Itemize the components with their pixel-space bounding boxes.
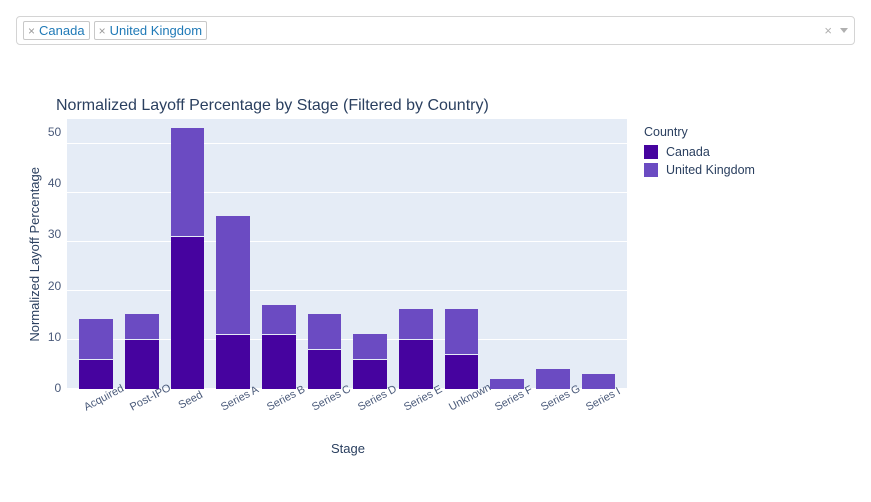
bar-column[interactable]	[353, 334, 387, 389]
legend-item-label: United Kingdom	[666, 163, 755, 177]
chevron-down-icon[interactable]	[840, 28, 848, 33]
legend-item-uk[interactable]: United Kingdom	[644, 163, 755, 177]
legend: Country Canada United Kingdom	[644, 125, 755, 181]
x-tick: Series C	[310, 387, 345, 413]
bar-column[interactable]	[536, 369, 570, 389]
x-tick: Series G	[539, 387, 574, 413]
bar-column[interactable]	[490, 379, 524, 389]
bar-segment-canada[interactable]	[262, 335, 296, 389]
x-tick: Series F	[493, 387, 528, 413]
remove-chip-icon[interactable]: ×	[28, 25, 35, 37]
chart-title: Normalized Layoff Percentage by Stage (F…	[56, 97, 845, 115]
bar-segment-uk[interactable]	[445, 309, 479, 353]
bar-segment-uk[interactable]	[399, 309, 433, 338]
bar-segment-canada[interactable]	[79, 360, 113, 389]
bar-segment-uk[interactable]	[308, 314, 342, 348]
x-tick: Series D	[356, 387, 391, 413]
bar-segment-uk[interactable]	[262, 305, 296, 334]
filter-chip-label: United Kingdom	[110, 23, 203, 38]
remove-chip-icon[interactable]: ×	[99, 25, 106, 37]
bar-segment-uk[interactable]	[353, 334, 387, 359]
bar-column[interactable]	[399, 309, 433, 389]
legend-swatch-icon	[644, 163, 658, 177]
clear-all-icon[interactable]: ×	[824, 23, 832, 38]
x-tick: Seed	[173, 387, 208, 413]
x-tick: Series E	[402, 387, 437, 413]
legend-swatch-icon	[644, 145, 658, 159]
bar-segment-uk[interactable]	[536, 369, 570, 389]
country-filter[interactable]: × Canada × United Kingdom ×	[16, 16, 855, 45]
plot-area[interactable]	[67, 119, 627, 389]
y-tick: 50	[48, 125, 61, 139]
bar-column[interactable]	[216, 216, 250, 389]
bar-segment-uk[interactable]	[216, 216, 250, 334]
filter-chip-canada[interactable]: × Canada	[23, 21, 90, 40]
gridline	[67, 290, 627, 291]
x-axis-ticks: AcquiredPost-IPOSeedSeries ASeries BSeri…	[68, 389, 628, 407]
x-axis-label: Stage	[331, 441, 365, 456]
x-tick: Unknown	[447, 387, 482, 413]
x-tick: Series I	[584, 387, 619, 413]
y-axis-label: Normalized Layoff Percentage	[27, 167, 42, 342]
y-tick: 20	[48, 279, 61, 293]
bar-segment-canada[interactable]	[125, 340, 159, 389]
gridline	[67, 241, 627, 242]
bar-column[interactable]	[582, 374, 616, 389]
bar-segment-canada[interactable]	[308, 350, 342, 389]
gridline	[67, 143, 627, 144]
bar-segment-uk[interactable]	[125, 314, 159, 339]
legend-item-canada[interactable]: Canada	[644, 145, 755, 159]
y-tick: 30	[48, 227, 61, 241]
filter-chip-label: Canada	[39, 23, 85, 38]
y-tick: 10	[48, 330, 61, 344]
bar-segment-canada[interactable]	[171, 237, 205, 389]
bar-column[interactable]	[79, 319, 113, 389]
y-tick: 40	[48, 176, 61, 190]
legend-title: Country	[644, 125, 755, 139]
bar-segment-uk[interactable]	[490, 379, 524, 389]
chart-container: Normalized Layoff Percentage by Stage (F…	[16, 63, 855, 466]
gridline	[67, 192, 627, 193]
x-tick: Series A	[219, 387, 254, 413]
bar-segment-canada[interactable]	[216, 335, 250, 389]
bar-segment-uk[interactable]	[582, 374, 616, 389]
bar-column[interactable]	[262, 305, 296, 389]
bar-segment-uk[interactable]	[79, 319, 113, 358]
bar-column[interactable]	[171, 128, 205, 389]
x-tick: Post-IPO	[128, 387, 163, 413]
y-axis-ticks: 50 40 30 20 10 0	[48, 119, 67, 389]
bar-segment-canada[interactable]	[399, 340, 433, 389]
filter-chip-uk[interactable]: × United Kingdom	[94, 21, 208, 40]
y-tick: 0	[48, 381, 61, 395]
bar-column[interactable]	[308, 314, 342, 389]
bar-segment-uk[interactable]	[171, 128, 205, 236]
bar-segment-canada[interactable]	[353, 360, 387, 389]
bar-column[interactable]	[445, 309, 479, 389]
x-tick: Acquired	[82, 387, 117, 413]
x-tick: Series B	[265, 387, 300, 413]
bar-segment-canada[interactable]	[445, 355, 479, 389]
bar-column[interactable]	[125, 314, 159, 389]
legend-item-label: Canada	[666, 145, 710, 159]
